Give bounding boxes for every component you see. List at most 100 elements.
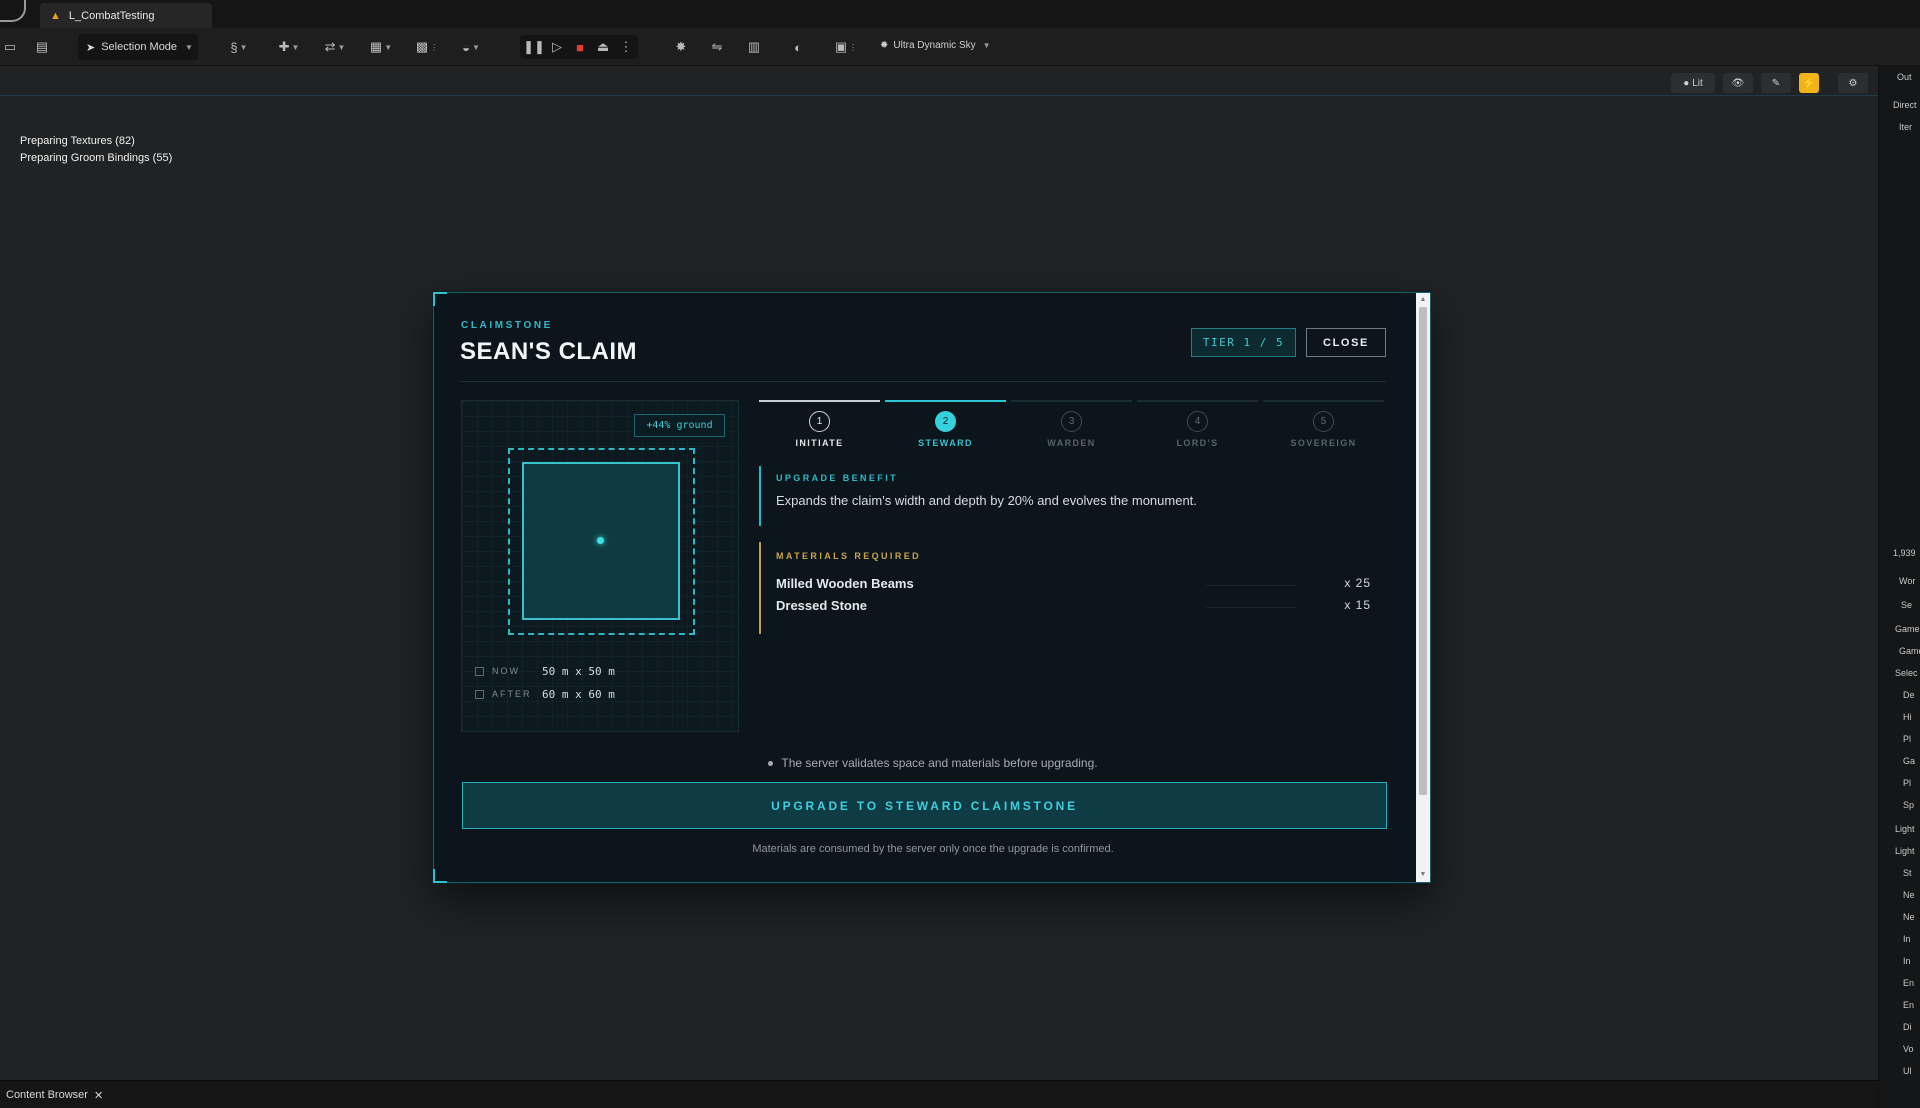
chevron-down-icon: ▼ (982, 41, 991, 50)
step-number: 5 (1313, 411, 1334, 432)
close-icon[interactable]: ✕ (94, 1089, 103, 1102)
tier-badge: TIER 1 / 5 (1191, 328, 1296, 357)
view-mode-label: Lit (1692, 77, 1703, 89)
step-progress-bar (885, 400, 1006, 402)
stat-line: Preparing Groom Bindings (55) (20, 152, 173, 164)
panel-row[interactable]: Ne (1879, 890, 1920, 910)
panel-row[interactable]: En (1879, 978, 1920, 998)
level-tab[interactable]: ▲ L_CombatTesting (40, 3, 212, 28)
view-mode-button[interactable]: ● Lit (1671, 73, 1715, 93)
step-number: 3 (1061, 411, 1082, 432)
tier-step-warden[interactable]: 3 WARDEN (1011, 400, 1132, 450)
panel-row[interactable]: St (1879, 868, 1920, 888)
legend-after-label: AFTER (492, 689, 532, 699)
material-progress-track (1206, 607, 1296, 608)
content-browser-icon[interactable]: ▤ (32, 37, 52, 57)
more-icon[interactable]: ⋮ (616, 37, 636, 57)
panel-row[interactable]: Direct (1879, 100, 1920, 120)
close-button[interactable]: CLOSE (1306, 328, 1386, 357)
material-name: Milled Wooden Beams (776, 576, 914, 591)
scroll-up-icon[interactable]: ▲ (1419, 295, 1427, 305)
step-label: INITIATE (795, 438, 844, 448)
legend-now-value: 50 m x 50 m (542, 664, 615, 678)
step-icon[interactable]: ▷ (547, 37, 567, 57)
panel-row: 1,939 (1893, 548, 1916, 558)
validation-note-text: The server validates space and materials… (781, 756, 1098, 770)
cinematics-icon[interactable]: ▦ ▼ (366, 37, 396, 57)
scroll-thumb[interactable] (1419, 307, 1427, 795)
selection-mode-label: Selection Mode (101, 41, 178, 53)
step-progress-bar (1011, 400, 1132, 402)
snap-button[interactable]: ✎ (1761, 73, 1791, 93)
tier-stepper: 1 INITIATE 2 STEWARD 3 WARDEN 4 LORD'S 5… (759, 400, 1386, 450)
content-browser-tab[interactable]: Content Browser ✕ (0, 1085, 109, 1105)
step-progress-bar (1137, 400, 1258, 402)
panel-row[interactable]: Ul (1879, 1066, 1920, 1086)
panel-row[interactable]: Iter (1879, 122, 1920, 142)
scroll-down-icon[interactable]: ▼ (1419, 870, 1427, 880)
world-icon[interactable]: ◐ (788, 37, 808, 57)
panel-row[interactable]: Di (1879, 1022, 1920, 1042)
modal-eyebrow: CLAIMSTONE (461, 320, 553, 331)
panel-row[interactable]: Selec (1879, 668, 1920, 688)
source-control-icon[interactable]: § ▼ (224, 37, 254, 57)
plugin-icon[interactable]: ✸ (671, 37, 691, 57)
pause-icon[interactable]: ❚❚ (523, 37, 545, 57)
panel-row[interactable]: In (1879, 934, 1920, 954)
outliner-tab[interactable]: Out (1879, 72, 1920, 92)
panel-row[interactable]: Hi (1879, 712, 1920, 732)
panel-row[interactable]: Pl (1879, 734, 1920, 754)
level-tab-label: L_CombatTesting (68, 9, 155, 22)
layout-icon[interactable]: ▥ (744, 37, 764, 57)
sun-icon: ✹ (880, 40, 889, 51)
selection-mode-dropdown[interactable]: ➤ Selection Mode ▼ (78, 34, 198, 60)
validation-note: The server validates space and materials… (434, 756, 1432, 770)
tier-step-sovereign[interactable]: 5 SOVEREIGN (1263, 400, 1384, 450)
panel-row[interactable]: Ne (1879, 912, 1920, 932)
stat-line: Preparing Textures (82) (20, 135, 135, 147)
panel-row[interactable]: Se (1879, 600, 1920, 620)
step-number: 1 (809, 411, 830, 432)
transform-icon[interactable]: ⇄ ▼ (320, 37, 350, 57)
panel-row[interactable]: Vo (1879, 1044, 1920, 1064)
modal-scrollbar[interactable]: ▲ ▼ (1416, 293, 1430, 882)
upgrade-button[interactable]: UPGRADE TO STEWARD CLAIMSTONE (462, 782, 1387, 829)
panel-row[interactable]: En (1879, 1000, 1920, 1020)
panel-row[interactable]: Light (1879, 846, 1920, 866)
benefit-text: Expands the claim's width and depth by 2… (776, 493, 1197, 508)
panel-row[interactable]: Game (1879, 624, 1920, 644)
legend-swatch (475, 666, 484, 676)
unreal-logo-icon[interactable] (0, 0, 26, 22)
panel-row[interactable]: Ga (1879, 756, 1920, 776)
panel-row[interactable]: Pl (1879, 778, 1920, 798)
tier-step-steward[interactable]: 2 STEWARD (885, 400, 1006, 450)
show-flags-button[interactable]: 👁 (1723, 73, 1753, 93)
save-icon[interactable]: ▭ (0, 37, 20, 57)
blueprint-icon[interactable]: ▩ ⋮ (412, 37, 442, 57)
step-label: WARDEN (1047, 438, 1096, 448)
tier-step-lords[interactable]: 4 LORD'S (1137, 400, 1258, 450)
settings-gear-icon[interactable]: ⚙ (1838, 73, 1868, 93)
add-actor-icon[interactable]: ✚ ▼ (274, 37, 304, 57)
tier-step-initiate[interactable]: 1 INITIATE (759, 400, 880, 450)
realtime-toggle-icon[interactable]: ⚡ (1799, 73, 1819, 93)
panel-row[interactable]: Game (1879, 646, 1920, 666)
play-controls: ❚❚ ▷ ■ ⏏ ⋮ (520, 35, 638, 59)
platforms-icon[interactable]: ◒ ▼ (456, 37, 486, 57)
step-progress-bar (1263, 400, 1384, 402)
panel-row[interactable]: Light (1879, 824, 1920, 844)
materials-section: MATERIALS REQUIRED Milled Wooden Beams x… (759, 542, 1386, 634)
niagara-icon[interactable]: ⇋ (707, 37, 727, 57)
ultra-dynamic-sky-button[interactable]: ✹ Ultra Dynamic Sky ▼ (880, 40, 991, 51)
stop-icon[interactable]: ■ (570, 37, 590, 57)
panel-row[interactable]: In (1879, 956, 1920, 976)
panel-row[interactable]: Wor (1879, 576, 1920, 596)
panel-row[interactable]: Sp (1879, 800, 1920, 820)
header-divider (460, 381, 1386, 382)
eject-icon[interactable]: ⏏ (593, 37, 613, 57)
camera-icon[interactable]: ▣ ⋮ (831, 37, 861, 57)
material-qty: x 25 (1344, 576, 1371, 590)
sky-label: Ultra Dynamic Sky (893, 40, 976, 51)
panel-row[interactable]: De (1879, 690, 1920, 710)
legend-now-label: NOW (492, 666, 520, 676)
